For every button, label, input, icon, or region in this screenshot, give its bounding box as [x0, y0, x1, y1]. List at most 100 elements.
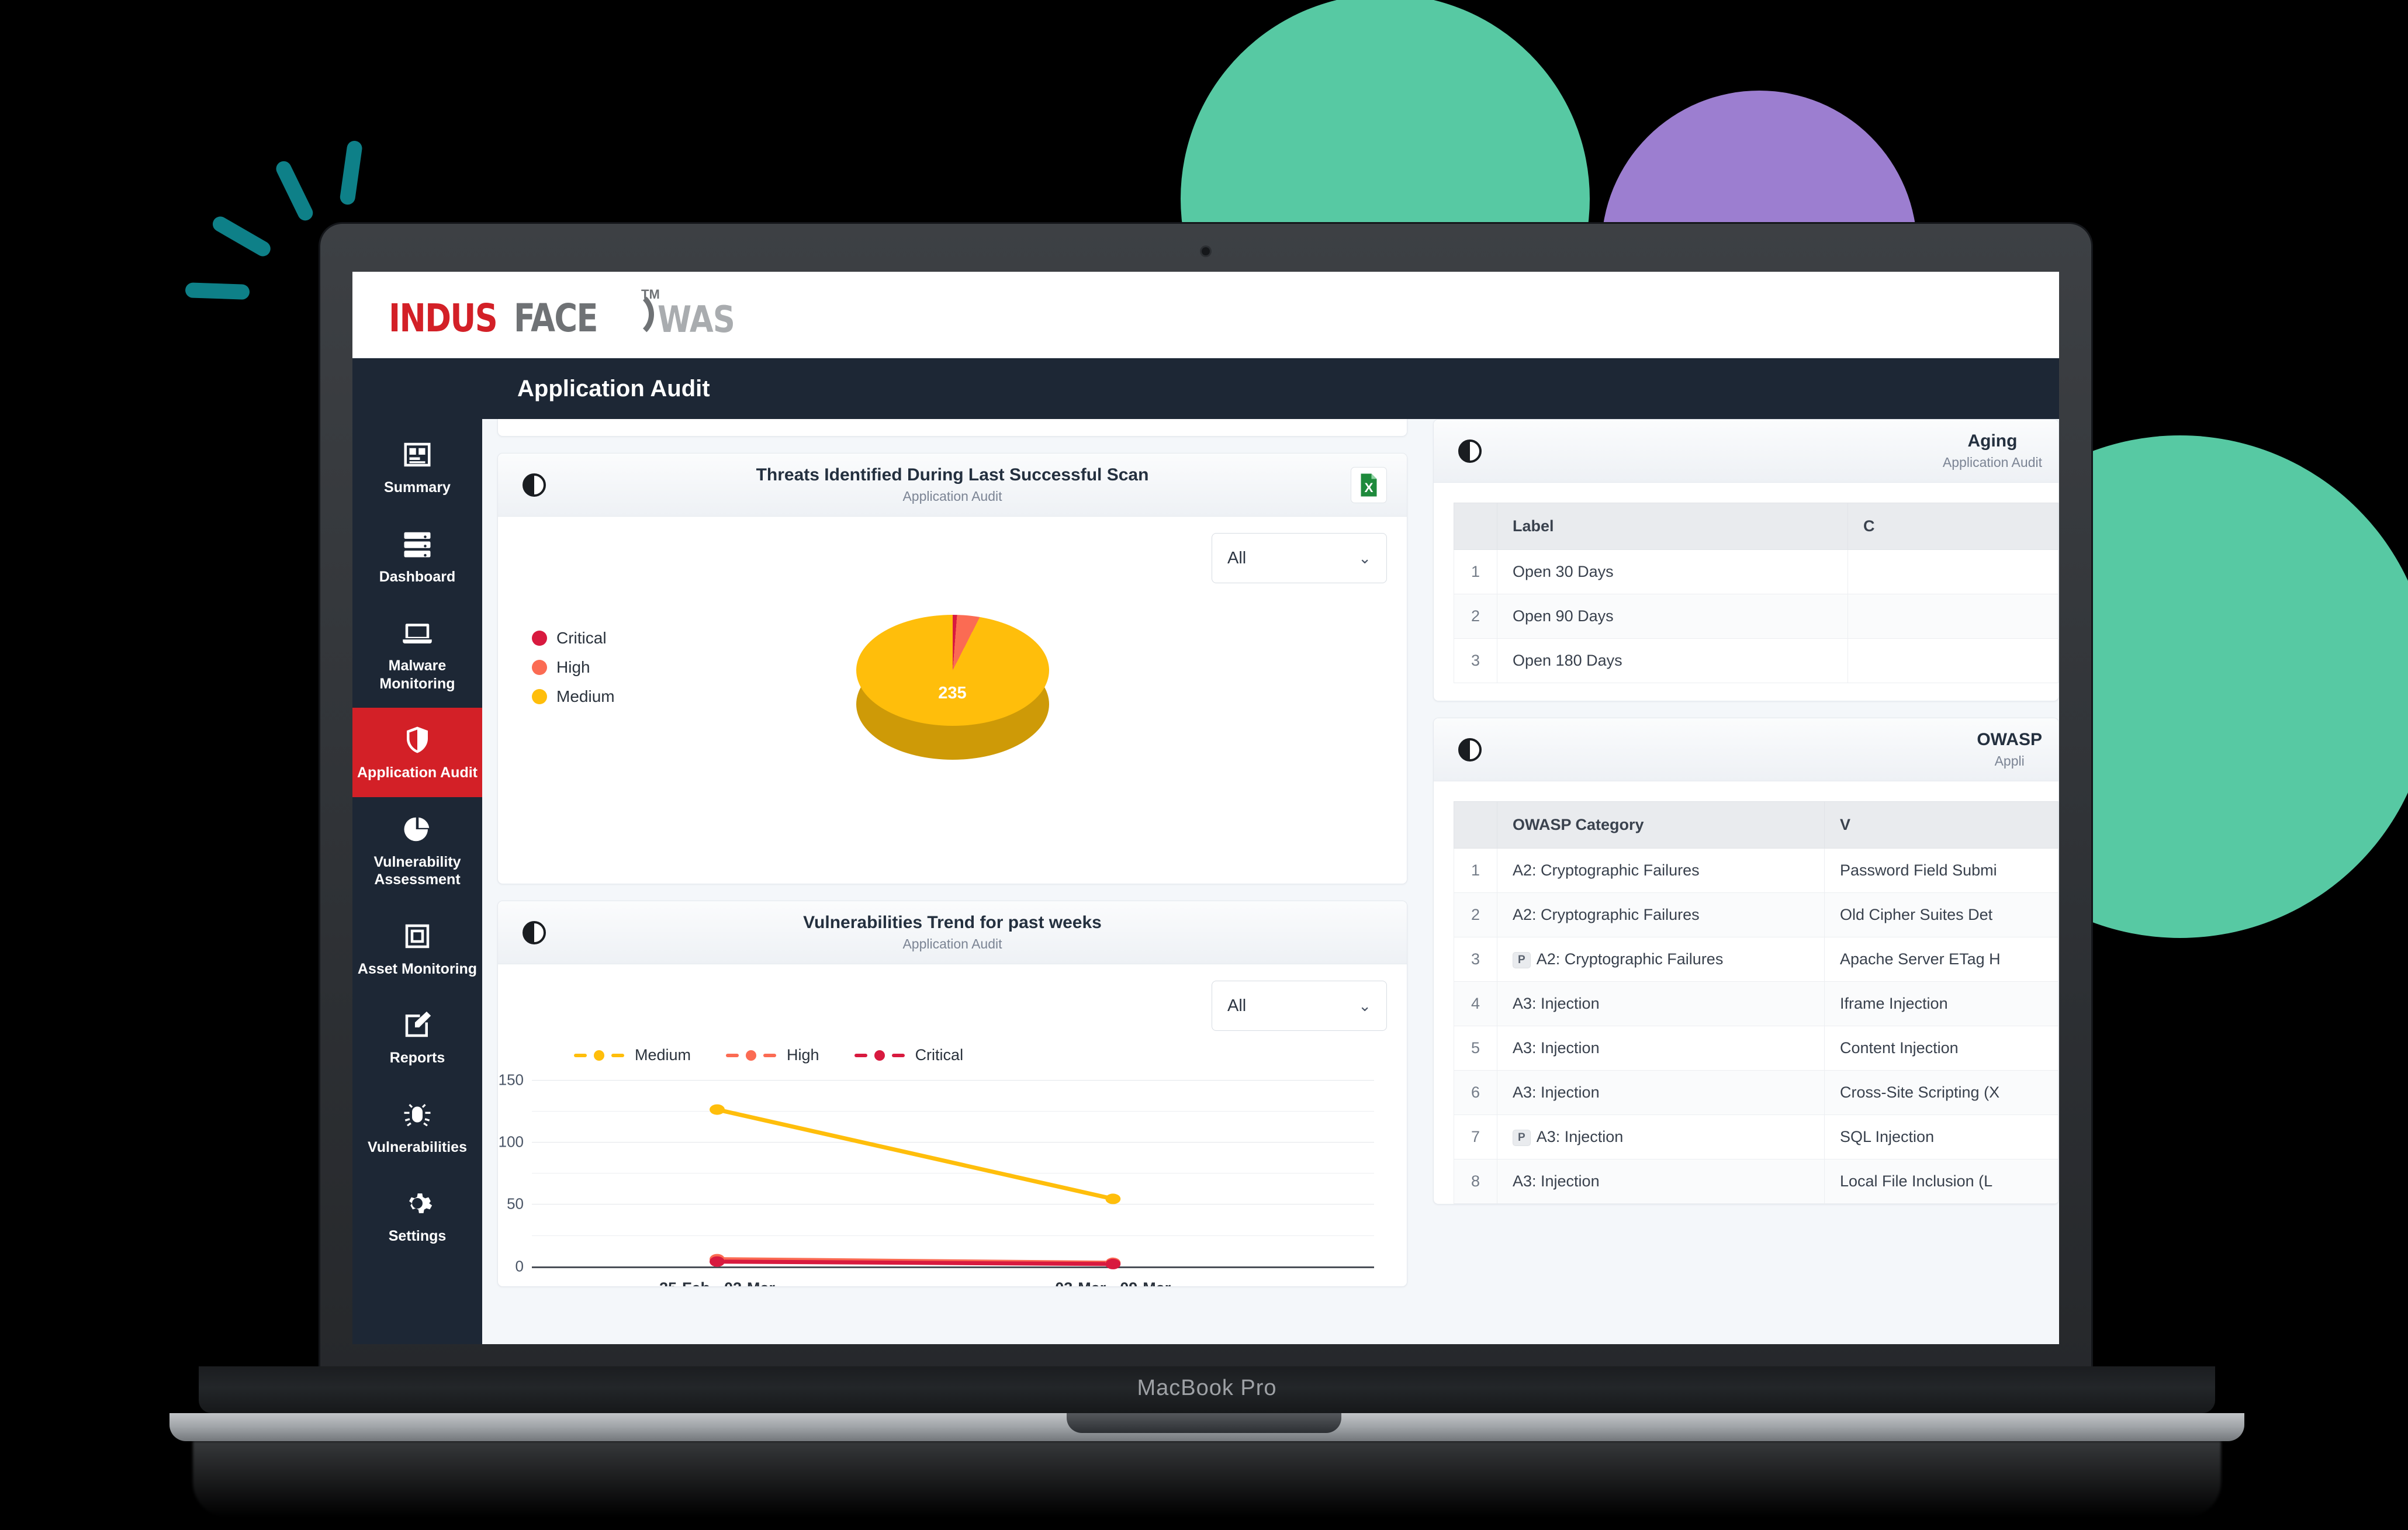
- col-owasp-category[interactable]: OWASP Category: [1497, 801, 1825, 849]
- table-row[interactable]: 1 A2: Cryptographic Failures Password Fi…: [1454, 848, 2058, 893]
- pie-legend: Critical High Medium: [532, 629, 615, 716]
- card-subtitle: Application Audit: [902, 489, 1002, 504]
- row-category: A3: Injection: [1497, 1070, 1825, 1115]
- pie-slices: [856, 615, 1049, 726]
- sidebar-item-dashboard[interactable]: Dashboard: [352, 512, 482, 601]
- sidebar-item-asset-monitoring[interactable]: Asset Monitoring: [352, 904, 482, 994]
- sidebar-item-vulnerabilities[interactable]: Vulnerabilities: [352, 1082, 482, 1172]
- laptop-base: MacBook Pro: [199, 1366, 2215, 1413]
- row-vulnerability: SQL Injection: [1824, 1114, 2058, 1159]
- contrast-icon[interactable]: [1458, 439, 1482, 463]
- row-index: 1: [1454, 848, 1497, 893]
- table-row[interactable]: 2 Open 90 Days: [1454, 594, 2058, 639]
- table-row[interactable]: 8 A3: Injection Local File Inclusion (L: [1454, 1159, 2058, 1204]
- excel-export-button[interactable]: X: [1351, 466, 1387, 503]
- table-row[interactable]: 5 A3: Injection Content Injection: [1454, 1026, 2058, 1071]
- threats-pie-chart: Critical High Medium 235: [518, 583, 1387, 864]
- toolbar-card: ↻ ⎙ ⬇: [497, 419, 1407, 437]
- legend-swatch-high: [532, 660, 547, 675]
- row-category-text: A3: Injection: [1513, 1084, 1600, 1101]
- sidebar-item-label: Reports: [389, 1050, 445, 1066]
- row-index: 2: [1454, 594, 1497, 639]
- threats-card: Threats Identified During Last Successfu…: [497, 453, 1407, 884]
- logo-text-indus: INDUS: [389, 295, 498, 341]
- legend-item-critical[interactable]: Critical: [854, 1046, 964, 1064]
- y-tick-label: 150: [498, 1071, 524, 1089]
- legend-label: High: [787, 1046, 819, 1064]
- table-row[interactable]: 7 P A3: Injection SQL Injection: [1454, 1114, 2058, 1159]
- legend-item-high[interactable]: High: [532, 658, 615, 677]
- series-line-medium: [714, 1107, 1116, 1201]
- card-title: Threats Identified During Last Successfu…: [756, 465, 1149, 484]
- indusface-was-logo[interactable]: INDUS FACE WAS TM: [389, 287, 748, 341]
- legend-label: Critical: [915, 1046, 964, 1064]
- trend-filter-select[interactable]: All ⌄: [1212, 981, 1387, 1031]
- row-category-text: A3: Injection: [1536, 1128, 1624, 1145]
- contrast-icon[interactable]: [1458, 738, 1482, 761]
- pie-graphic[interactable]: 235: [856, 615, 1049, 796]
- x-tick-label: 25-Feb - 02-Mar: [659, 1279, 775, 1286]
- threats-filter-select[interactable]: All ⌄: [1212, 533, 1387, 583]
- main-content: ↻ ⎙ ⬇: [482, 419, 2059, 1344]
- laptop-brand-label: MacBook Pro: [1137, 1376, 1277, 1400]
- card-subtitle: Application Audit: [1942, 455, 2042, 470]
- legend-item-critical[interactable]: Critical: [532, 629, 615, 648]
- legend-item-medium[interactable]: Medium: [574, 1046, 691, 1064]
- trend-series-svg: [710, 1104, 1121, 1269]
- table-row[interactable]: 1 Open 30 Days: [1454, 549, 2058, 594]
- chevron-down-icon: ⌄: [1358, 549, 1371, 567]
- col-index[interactable]: [1454, 801, 1497, 849]
- table-row[interactable]: 4 A3: Injection Iframe Injection: [1454, 981, 2058, 1026]
- table-row[interactable]: 6 A3: Injection Cross-Site Scripting (X: [1454, 1070, 2058, 1115]
- col-vulnerability[interactable]: V: [1824, 801, 2058, 849]
- row-index: 6: [1454, 1070, 1497, 1115]
- sidebar-item-label: Vulnerabilities: [368, 1138, 467, 1155]
- row-vulnerability: Password Field Submi: [1824, 848, 2058, 893]
- table-row[interactable]: 2 A2: Cryptographic Failures Old Cipher …: [1454, 892, 2058, 937]
- row-category: A2: Cryptographic Failures: [1497, 892, 1825, 937]
- sidebar-item-label: Application Audit: [357, 764, 478, 781]
- col-count[interactable]: C: [1847, 503, 2058, 550]
- row-category: P A3: Injection: [1497, 1114, 1825, 1159]
- sidebar-item-summary[interactable]: Summary: [352, 423, 482, 512]
- contrast-icon[interactable]: [523, 920, 546, 944]
- row-index: 1: [1454, 549, 1497, 594]
- sidebar-item-reports[interactable]: Reports: [352, 993, 482, 1082]
- legend-label: Critical: [556, 629, 607, 647]
- table-row[interactable]: 3 Open 180 Days: [1454, 638, 2058, 683]
- col-index[interactable]: [1454, 503, 1497, 550]
- col-label[interactable]: Label: [1497, 503, 1848, 550]
- laptop-screen: INDUS FACE WAS TM Application Audit Summ…: [352, 272, 2059, 1344]
- bug-icon: [357, 1096, 478, 1133]
- left-column: ↻ ⎙ ⬇: [482, 419, 1420, 1344]
- gear-icon: [357, 1185, 478, 1221]
- dashboard-report-icon: [357, 437, 478, 473]
- series-point-critical: [710, 1256, 725, 1267]
- sidebar-item-malware-monitoring[interactable]: Malware Monitoring: [352, 601, 482, 708]
- row-vulnerability: Old Cipher Suites Det: [1824, 892, 2058, 937]
- sidebar-item-label: Vulnerability Assessment: [373, 853, 461, 888]
- series-point-medium: [710, 1104, 725, 1115]
- legend-item-medium[interactable]: Medium: [532, 687, 615, 706]
- sidebar-item-settings[interactable]: Settings: [352, 1171, 482, 1261]
- asset-frame-icon: [357, 918, 478, 954]
- row-category-text: A2: Cryptographic Failures: [1536, 950, 1724, 968]
- laptop-lid: INDUS FACE WAS TM Application Audit Summ…: [320, 224, 2091, 1381]
- row-category: A3: Injection: [1497, 1159, 1825, 1204]
- legend-point-critical: [874, 1050, 885, 1061]
- edit-document-icon: [357, 1007, 478, 1043]
- row-count: [1847, 638, 2058, 683]
- contrast-icon[interactable]: [523, 473, 546, 497]
- sidebar-item-label: Asset Monitoring: [357, 960, 478, 977]
- x-axis-line: [532, 1266, 1374, 1268]
- row-category: A3: Injection: [1497, 981, 1825, 1026]
- legend-line-high-2: [763, 1053, 777, 1057]
- legend-item-high[interactable]: High: [726, 1046, 819, 1064]
- laptop-mockup: INDUS FACE WAS TM Application Audit Summ…: [0, 0, 2408, 1530]
- sidebar-item-application-audit[interactable]: Application Audit: [352, 708, 482, 797]
- sidebar-item-vulnerability-assessment[interactable]: Vulnerability Assessment: [352, 797, 482, 904]
- excel-export-icon: X: [1361, 473, 1377, 496]
- card-title: Vulnerabilities Trend for past weeks: [803, 913, 1102, 932]
- logo-text-was: WAS: [657, 297, 735, 341]
- table-row[interactable]: 3 P A2: Cryptographic Failures Apache Ser…: [1454, 937, 2058, 982]
